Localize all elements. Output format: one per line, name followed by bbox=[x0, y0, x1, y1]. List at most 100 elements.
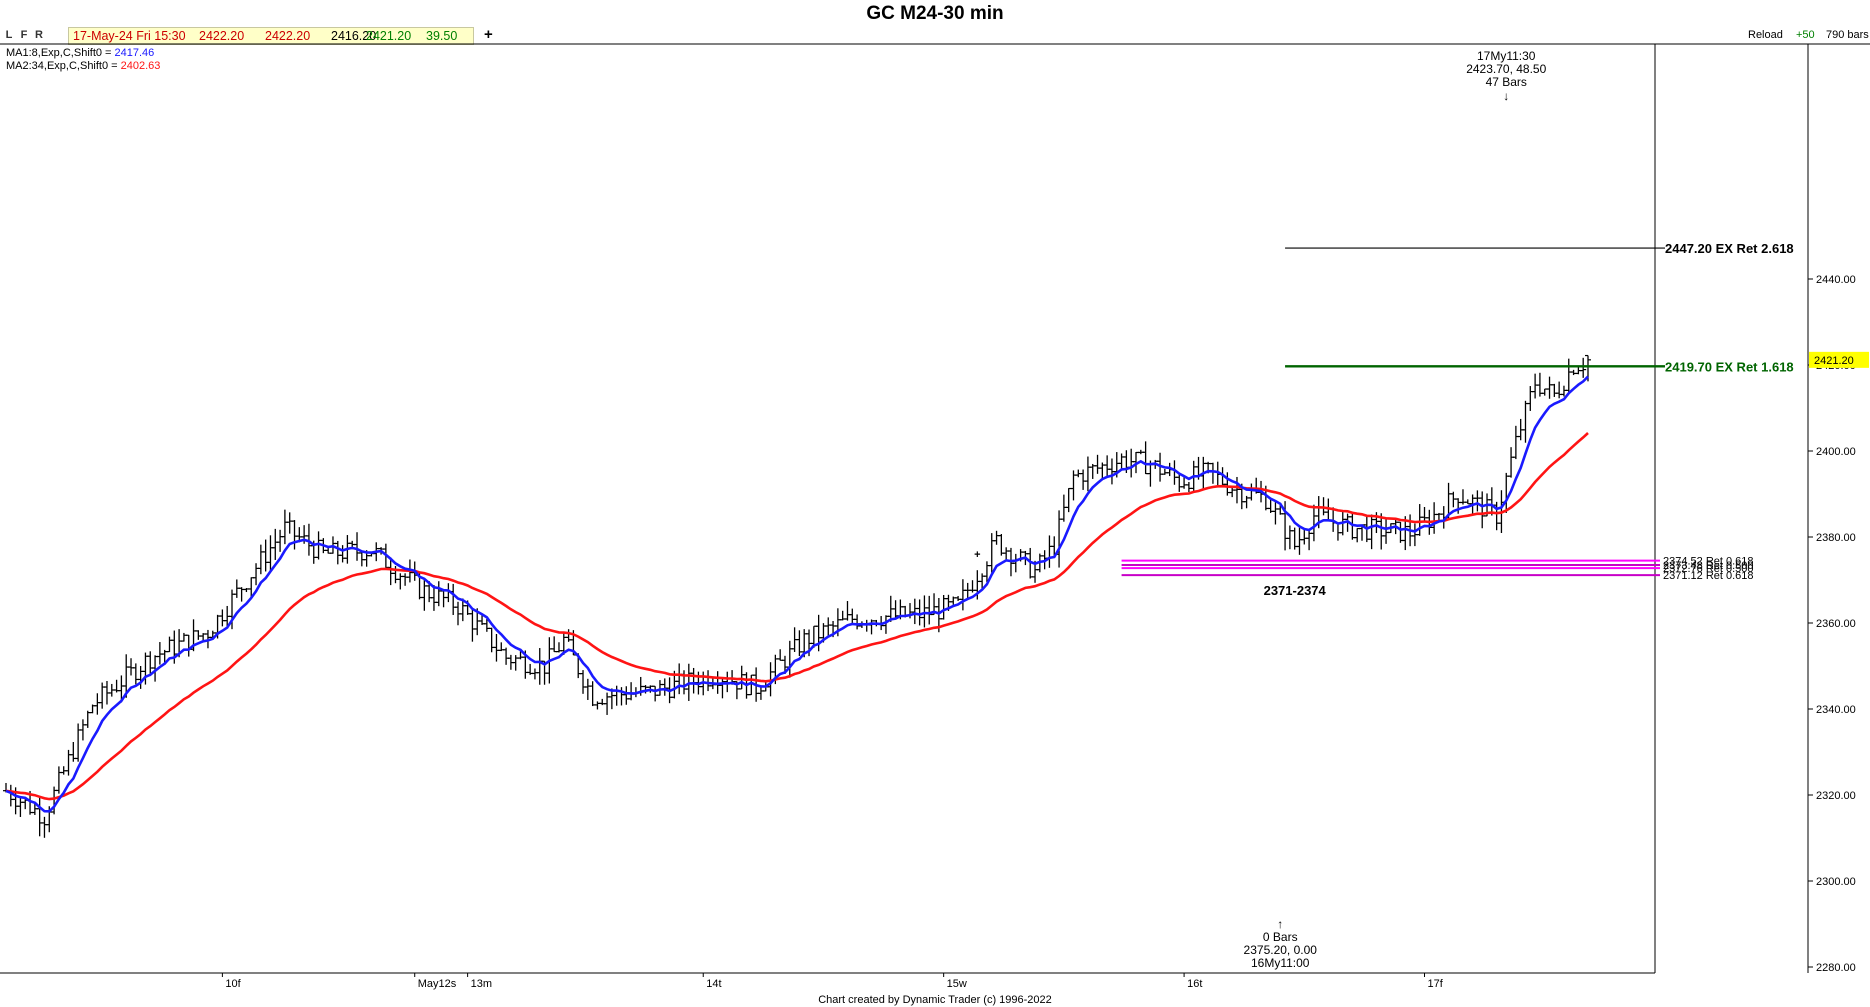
ohlc-bar bbox=[1421, 507, 1428, 521]
ohlc-bar bbox=[536, 648, 543, 685]
ohlc-bar bbox=[1229, 487, 1236, 498]
ohlc-bar bbox=[180, 632, 187, 642]
ohlc-bar bbox=[998, 534, 1005, 556]
ohlc-bar bbox=[604, 692, 611, 715]
y-tick-label: 2360.00 bbox=[1816, 618, 1856, 630]
ohlc-bar bbox=[219, 609, 226, 627]
price-chart[interactable]: 2447.20 EX Ret 2.618 2419.70 EX Ret 1.618… bbox=[0, 0, 1870, 1007]
ohlc-bar bbox=[656, 680, 663, 696]
ohlc-bar bbox=[166, 636, 173, 653]
ohlc-bar bbox=[84, 710, 91, 728]
ohlc-bar bbox=[1527, 386, 1534, 411]
fib-levels: 2447.20 EX Ret 2.618 2419.70 EX Ret 1.618… bbox=[1121, 241, 1794, 598]
ohlc-bar bbox=[777, 649, 784, 661]
ohlc-bar bbox=[36, 795, 43, 837]
ohlc-bar bbox=[1508, 447, 1515, 478]
ohlc-bar bbox=[1209, 462, 1216, 484]
ohlc-bar bbox=[1272, 502, 1279, 525]
measure-annotation-line: 47 Bars bbox=[1486, 75, 1527, 89]
ohlc-bar bbox=[1556, 381, 1563, 399]
ohlc-bar bbox=[868, 619, 875, 635]
ohlc-bar bbox=[55, 766, 62, 794]
ohlc-bar bbox=[94, 693, 101, 715]
y-tick-label: 2300.00 bbox=[1816, 876, 1856, 888]
x-tick-label: May12s bbox=[418, 978, 457, 990]
ohlc-bar bbox=[1060, 494, 1067, 522]
ohlc-bar bbox=[1349, 513, 1356, 540]
ohlc-bar bbox=[1065, 487, 1072, 513]
ohlc-bar bbox=[41, 816, 48, 838]
ohlc-bar bbox=[1176, 473, 1183, 492]
ohlc-bar bbox=[628, 682, 635, 701]
ohlc-bar bbox=[195, 630, 202, 640]
x-tick-label: 17f bbox=[1428, 978, 1444, 990]
ohlc-bar bbox=[892, 600, 899, 618]
ohlc-bar bbox=[488, 627, 495, 653]
ohlc-bar bbox=[911, 598, 918, 625]
plus-marker-icon: + bbox=[974, 549, 980, 561]
ohlc-bar bbox=[1503, 472, 1510, 513]
ohlc-bar bbox=[613, 685, 620, 706]
ohlc-bar bbox=[1474, 490, 1481, 512]
ma1-line-group bbox=[5, 375, 1589, 813]
ohlc-bar bbox=[1296, 527, 1303, 555]
ohlc-bar bbox=[286, 512, 293, 534]
ohlc-bar bbox=[854, 614, 861, 630]
arrow-up-icon: ↑ bbox=[1277, 917, 1283, 931]
ohlc-bar bbox=[440, 589, 447, 608]
ohlc-bar bbox=[661, 678, 668, 696]
ohlc-bar bbox=[272, 528, 279, 560]
ohlc-bar bbox=[402, 573, 409, 586]
x-tick-label: 16t bbox=[1187, 978, 1202, 990]
ohlc-bar bbox=[450, 583, 457, 615]
ohlc-bar bbox=[705, 670, 712, 692]
fib-level-label: 2447.20 EX Ret 2.618 bbox=[1665, 241, 1794, 256]
y-tick-label: 2400.00 bbox=[1816, 446, 1856, 458]
ohlc-bar bbox=[988, 533, 995, 573]
ohlc-bar bbox=[1248, 483, 1255, 501]
price-bars bbox=[3, 354, 1591, 838]
y-tick-label: 2340.00 bbox=[1816, 704, 1856, 716]
measure-annotation-line: 2375.20, 0.00 bbox=[1244, 943, 1318, 957]
ohlc-bar bbox=[262, 539, 269, 572]
ma2-line-group bbox=[5, 432, 1589, 801]
ohlc-bar bbox=[738, 665, 745, 690]
ohlc-bar bbox=[1185, 481, 1192, 493]
ohlc-bar bbox=[849, 608, 856, 625]
footer-credit: Chart created by Dynamic Trader (c) 1996… bbox=[818, 994, 1052, 1006]
ohlc-bar bbox=[690, 667, 697, 694]
ohlc-bar bbox=[1397, 521, 1404, 543]
ohlc-bar bbox=[676, 663, 683, 695]
ohlc-bar bbox=[1512, 425, 1519, 460]
x-tick-label: 15w bbox=[947, 978, 967, 990]
ohlc-bar bbox=[65, 749, 72, 776]
measure-annotation-line: 2423.70, 48.50 bbox=[1466, 62, 1546, 76]
cluster-label: 2371-2374 bbox=[1264, 583, 1327, 598]
ohlc-bar bbox=[1580, 357, 1587, 378]
ohlc-bar bbox=[503, 647, 510, 665]
ohlc-bar bbox=[955, 596, 962, 601]
ohlc-bar bbox=[1541, 388, 1548, 396]
ohlc-bar bbox=[397, 573, 404, 590]
ohlc-bar bbox=[844, 601, 851, 621]
cluster-line-label: 2371.12 Ret 0.618 bbox=[1663, 570, 1754, 582]
ohlc-bar bbox=[1532, 373, 1539, 399]
y-tick-label: 2440.00 bbox=[1816, 274, 1856, 286]
ohlc-bar bbox=[1012, 553, 1019, 573]
ohlc-bar bbox=[580, 670, 587, 694]
ohlc-bar bbox=[1118, 453, 1125, 470]
ohlc-bar bbox=[1334, 522, 1341, 541]
ohlc-bar bbox=[493, 633, 500, 662]
ohlc-bar bbox=[435, 581, 442, 607]
ohlc-bar bbox=[257, 544, 264, 575]
ohlc-bar bbox=[281, 509, 288, 545]
ohlc-bar bbox=[724, 671, 731, 693]
ohlc-bar bbox=[1565, 358, 1572, 395]
ohlc-bar bbox=[1142, 441, 1149, 475]
ohlc-bar bbox=[339, 545, 346, 563]
ohlc-bar bbox=[291, 520, 298, 550]
y-tick-label: 2380.00 bbox=[1816, 532, 1856, 544]
ohlc-bar bbox=[863, 619, 870, 632]
x-tick-label: 10f bbox=[225, 978, 241, 990]
measure-annotation-line: 0 Bars bbox=[1263, 930, 1298, 944]
